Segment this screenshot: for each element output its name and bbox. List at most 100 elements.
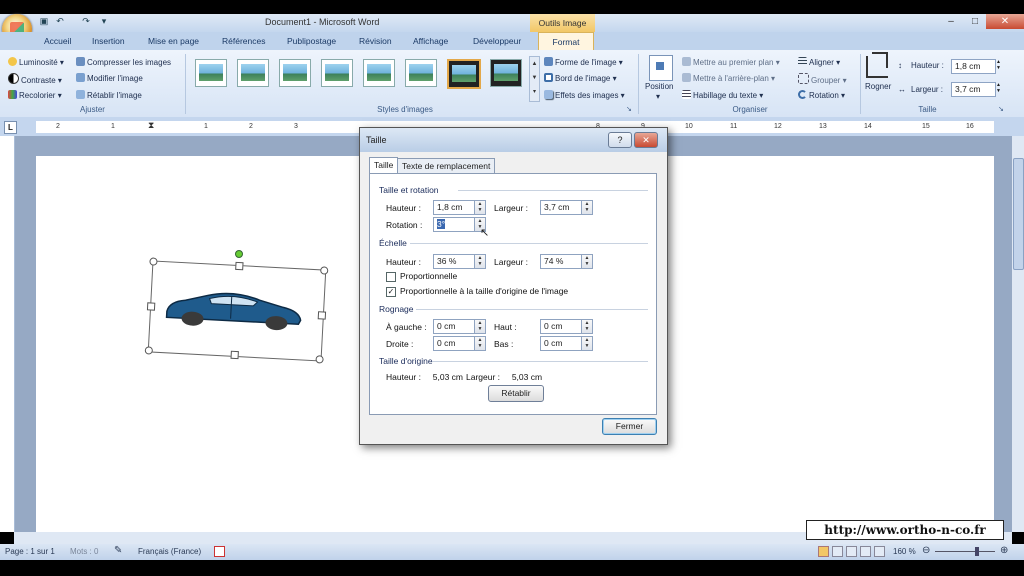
position-icon[interactable] — [649, 55, 673, 81]
zoom-slider[interactable] — [935, 551, 995, 552]
tab-mise-en-page[interactable]: Mise en page — [148, 34, 199, 48]
proportionnelle-origine-checkbox[interactable]: ✓ — [386, 287, 396, 297]
zoom-slider-thumb[interactable] — [975, 547, 979, 556]
proofing-icon[interactable]: ✎ — [114, 545, 122, 556]
rognage-gauche-input[interactable]: 0 cm — [433, 319, 476, 334]
tab-revision[interactable]: Révision — [359, 34, 392, 48]
arriere-plan-button[interactable]: Mettre à l'arrière-plan ▾ — [682, 73, 775, 83]
maximize-button[interactable]: □ — [964, 14, 986, 29]
picture-style-thumb-selected[interactable] — [447, 59, 481, 89]
picture-style-thumb[interactable] — [321, 59, 353, 87]
qat-customize-icon[interactable]: ▾ — [98, 16, 110, 27]
luminosite-button[interactable]: Luminosité ▾ — [8, 57, 64, 67]
rognage-bas-input[interactable]: 0 cm — [540, 336, 583, 351]
save-icon[interactable]: ▣ — [38, 16, 50, 27]
gallery-scroll-icon[interactable]: ▲ ▼ ▾ — [529, 56, 540, 102]
status-mots[interactable]: Mots : 0 — [70, 547, 98, 556]
contraste-button[interactable]: Contraste ▾ — [8, 73, 62, 85]
position-button[interactable]: Position — [645, 82, 673, 91]
proportionnelle-checkbox[interactable] — [386, 272, 396, 282]
tab-texte-remplacement[interactable]: Texte de remplacement — [397, 158, 496, 173]
compresser-images-button[interactable]: Compresser les images — [76, 57, 171, 67]
rognage-haut-spinner[interactable]: ▲ ▼ — [581, 319, 593, 334]
status-page[interactable]: Page : 1 sur 1 — [5, 547, 55, 556]
picture-style-thumb[interactable] — [237, 59, 269, 87]
view-web-icon[interactable] — [846, 546, 857, 557]
status-zoom[interactable]: 160 % — [893, 547, 916, 556]
grouper-button[interactable]: Grouper ▾ — [798, 73, 847, 85]
rotation-button[interactable]: Rotation ▾ — [798, 90, 845, 100]
rognage-droite-input[interactable]: 0 cm — [433, 336, 476, 351]
picture-style-thumb[interactable] — [405, 59, 437, 87]
vertical-scrollbar[interactable] — [1012, 136, 1024, 532]
echelle-hauteur-spinner[interactable]: ▲ ▼ — [474, 254, 486, 269]
retablir-button[interactable]: Rétablir — [488, 385, 544, 402]
picture-style-thumb[interactable] — [490, 59, 522, 87]
tab-references[interactable]: Références — [222, 34, 265, 48]
ribbon-largeur-input[interactable]: 3,7 cm — [951, 82, 996, 97]
tab-format[interactable]: Format — [538, 32, 594, 51]
tab-selector-icon[interactable]: L — [4, 121, 17, 134]
status-langue[interactable]: Français (France) — [138, 547, 201, 556]
bord-image-button[interactable]: Bord de l'image ▾ — [544, 73, 617, 83]
rognage-droite-spinner[interactable]: ▲ ▼ — [474, 336, 486, 351]
forme-image-button[interactable]: Forme de l'image ▾ — [544, 57, 623, 67]
largeur-input[interactable]: 3,7 cm — [540, 200, 583, 215]
rotation-input[interactable]: 3° — [433, 217, 476, 232]
tab-publipostage[interactable]: Publipostage — [287, 34, 336, 48]
ribbon-hauteur-spinner[interactable]: ▲ ▼ — [994, 59, 1003, 72]
aligner-button[interactable]: Aligner ▾ — [798, 57, 840, 67]
view-print-layout-icon[interactable] — [818, 546, 829, 557]
view-full-screen-icon[interactable] — [832, 546, 843, 557]
picture-style-thumb[interactable] — [363, 59, 395, 87]
minimize-button[interactable]: – — [940, 14, 962, 29]
resize-handle[interactable] — [317, 311, 327, 320]
resize-handle[interactable] — [235, 261, 244, 271]
scroll-thumb[interactable] — [1013, 158, 1024, 270]
close-window-button[interactable]: ✕ — [986, 14, 1024, 29]
zoom-out-icon[interactable]: ⊖ — [922, 545, 930, 556]
tab-insertion[interactable]: Insertion — [92, 34, 125, 48]
fermer-button[interactable]: Fermer — [602, 418, 657, 435]
retablir-image-button[interactable]: Rétablir l'image — [76, 90, 142, 100]
tab-taille[interactable]: Taille — [369, 157, 399, 174]
dialog-close-button[interactable]: ✕ — [634, 132, 658, 148]
effets-images-button[interactable]: Effets des images ▾ — [544, 90, 625, 100]
view-outline-icon[interactable] — [860, 546, 871, 557]
rognage-bas-spinner[interactable]: ▲ ▼ — [581, 336, 593, 351]
redo-icon[interactable]: ↷ — [80, 16, 92, 27]
resize-handle[interactable] — [146, 302, 156, 311]
picture-style-thumb[interactable] — [279, 59, 311, 87]
habillage-texte-button[interactable]: Habillage du texte ▾ — [682, 90, 763, 100]
dialog-launcher-icon[interactable]: ↘ — [626, 105, 632, 113]
rognage-haut-input[interactable]: 0 cm — [540, 319, 583, 334]
hauteur-spinner[interactable]: ▲ ▼ — [474, 200, 486, 215]
view-draft-icon[interactable] — [874, 546, 885, 557]
dialog-help-button[interactable]: ? — [608, 132, 632, 148]
dialog-launcher-icon[interactable]: ↘ — [998, 105, 1004, 113]
rogner-button[interactable]: Rogner — [865, 82, 891, 91]
tab-accueil[interactable]: Accueil — [44, 34, 71, 48]
echelle-hauteur-input[interactable]: 36 % — [433, 254, 476, 269]
echelle-largeur-input[interactable]: 74 % — [540, 254, 583, 269]
indent-marker-icon[interactable]: ⧗ — [148, 119, 154, 131]
resize-handle[interactable] — [230, 350, 239, 360]
ribbon-hauteur-input[interactable]: 1,8 cm — [951, 59, 996, 74]
tab-developpeur[interactable]: Développeur — [473, 34, 521, 48]
macro-record-icon[interactable] — [214, 546, 225, 557]
largeur-spinner[interactable]: ▲ ▼ — [581, 200, 593, 215]
rognage-gauche-spinner[interactable]: ▲ ▼ — [474, 319, 486, 334]
rotation-handle[interactable] — [235, 250, 243, 258]
echelle-largeur-spinner[interactable]: ▲ ▼ — [581, 254, 593, 269]
premier-plan-button[interactable]: Mettre au premier plan ▾ — [682, 57, 780, 67]
recolorier-button[interactable]: Recolorier ▾ — [8, 90, 62, 100]
position-dropdown-icon[interactable]: ▾ — [656, 92, 660, 101]
modifier-image-button[interactable]: Modifier l'image — [76, 73, 143, 83]
zoom-in-icon[interactable]: ⊕ — [1000, 545, 1008, 556]
undo-icon[interactable]: ↶ — [54, 16, 66, 27]
selected-image[interactable] — [144, 257, 329, 364]
hauteur-input[interactable]: 1,8 cm — [433, 200, 476, 215]
resize-handle[interactable] — [149, 257, 158, 266]
picture-style-thumb[interactable] — [195, 59, 227, 87]
ribbon-largeur-spinner[interactable]: ▲ ▼ — [994, 82, 1003, 95]
